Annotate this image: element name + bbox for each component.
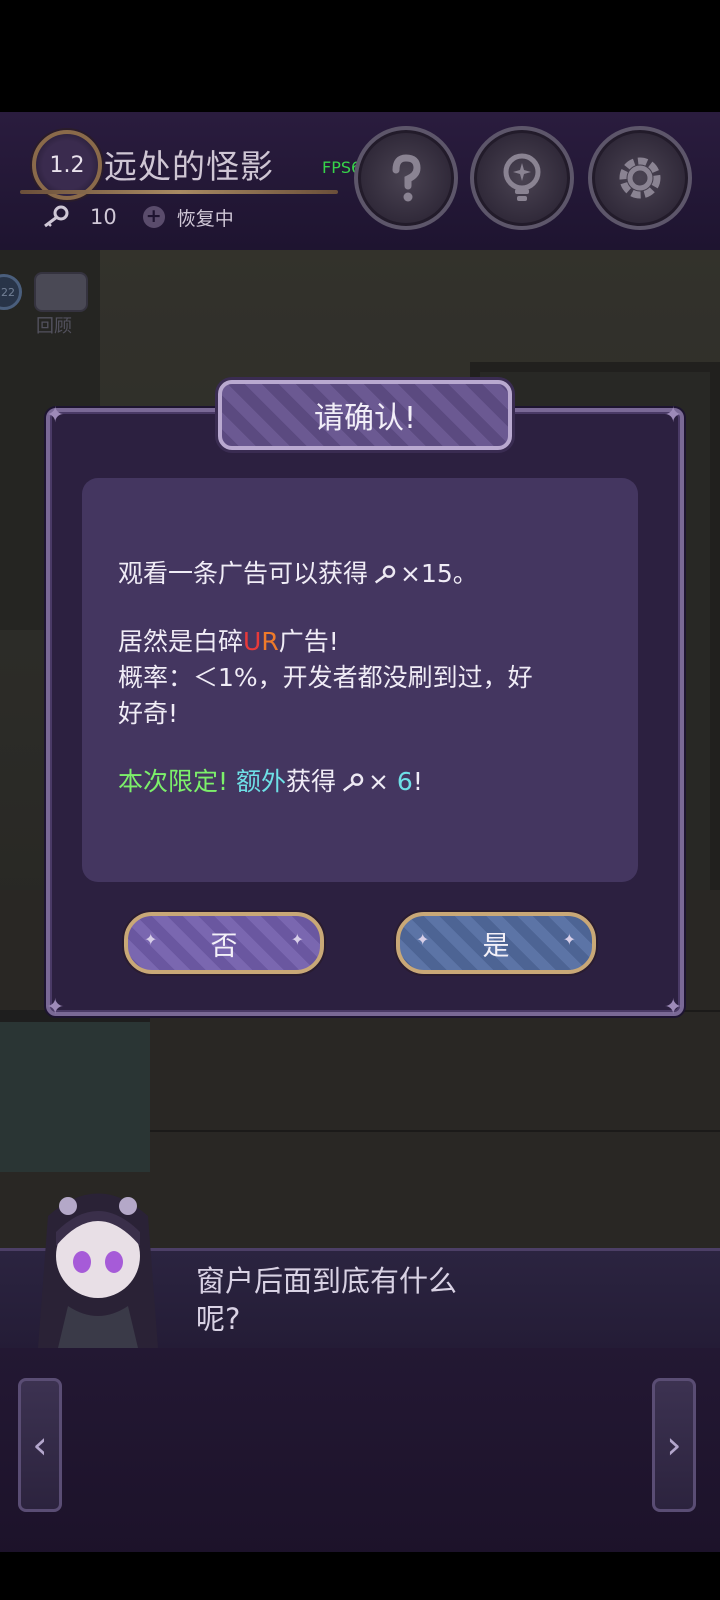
top-header: 1.2 远处的怪影 FPS61 10 + 恢复中 xyxy=(0,112,720,252)
gear-icon xyxy=(619,157,661,199)
recover-status: 恢复中 xyxy=(176,207,234,230)
ur-text-pre: 居然是白碎 xyxy=(118,627,244,656)
key-count: 10 xyxy=(90,205,117,229)
key-icon xyxy=(342,773,364,792)
chevron-right-icon: › xyxy=(666,1423,682,1467)
settings-button[interactable] xyxy=(588,126,692,230)
reward-text: 观看一条广告可以获得 xyxy=(118,559,369,588)
no-button-label: 否 xyxy=(210,930,238,962)
level-title: 远处的怪影 xyxy=(104,147,274,186)
no-button[interactable]: ✦ 否 ✦ xyxy=(124,912,324,974)
hint-button[interactable] xyxy=(470,126,574,230)
dialog-title: 请确认! xyxy=(218,380,512,450)
bonus-exclaim: ! xyxy=(412,767,423,796)
corner-ornament: ✦ xyxy=(46,403,65,428)
ur-text-post: 广告! xyxy=(278,627,339,656)
bulb-icon xyxy=(503,153,541,201)
ur-letter-u: U xyxy=(243,627,262,656)
question-icon xyxy=(392,154,421,202)
next-scene-button[interactable]: › xyxy=(652,1378,696,1512)
gain-text: 获得 xyxy=(286,767,337,796)
dialog-line-probability: 概率：＜1%，开发者都没刷到过，好 xyxy=(118,663,533,692)
title-underline xyxy=(20,190,338,194)
sparkle-icon: ✦ xyxy=(416,930,430,949)
dialogue-text: 窗户后面到底有什么 呢? xyxy=(196,1264,458,1336)
prev-scene-button[interactable]: ‹ xyxy=(18,1378,62,1512)
dialog-line-curious: 好奇! xyxy=(118,699,179,728)
key-icon xyxy=(44,205,69,228)
status-bar-area xyxy=(0,0,720,112)
corner-ornament: ✦ xyxy=(664,995,683,1020)
dialog-line-ur: 居然是白碎UR广告! xyxy=(118,624,339,660)
corner-ornament: ✦ xyxy=(664,403,683,428)
dialog-line-reward: 观看一条广告可以获得 ×15。 xyxy=(118,556,478,592)
key-icon xyxy=(374,565,396,584)
bonus-amount: 6 xyxy=(396,767,413,796)
character-portrait xyxy=(38,1193,158,1348)
help-button[interactable] xyxy=(354,126,458,230)
yes-button[interactable]: ✦ 是 ✦ xyxy=(396,912,596,974)
key-counter: 10 + 恢复中 xyxy=(40,202,234,232)
bottom-bar xyxy=(0,1552,720,1600)
times-sign: × xyxy=(368,767,389,796)
chevron-left-icon: ‹ xyxy=(32,1423,48,1467)
corner-ornament: ✦ xyxy=(46,995,65,1020)
sparkle-icon: ✦ xyxy=(144,930,158,949)
reward-amount: ×15。 xyxy=(400,559,478,588)
dialog-line-bonus: 本次限定! 额外获得 × 6! xyxy=(118,764,423,800)
limited-text: 本次限定! xyxy=(118,767,229,796)
sparkle-icon: ✦ xyxy=(562,930,576,949)
yes-button-label: 是 xyxy=(482,930,510,962)
ur-letter-r: R xyxy=(261,627,279,656)
add-keys-icon[interactable]: + xyxy=(142,206,165,228)
extra-text: 额外 xyxy=(235,767,286,796)
sparkle-icon: ✦ xyxy=(290,930,304,949)
